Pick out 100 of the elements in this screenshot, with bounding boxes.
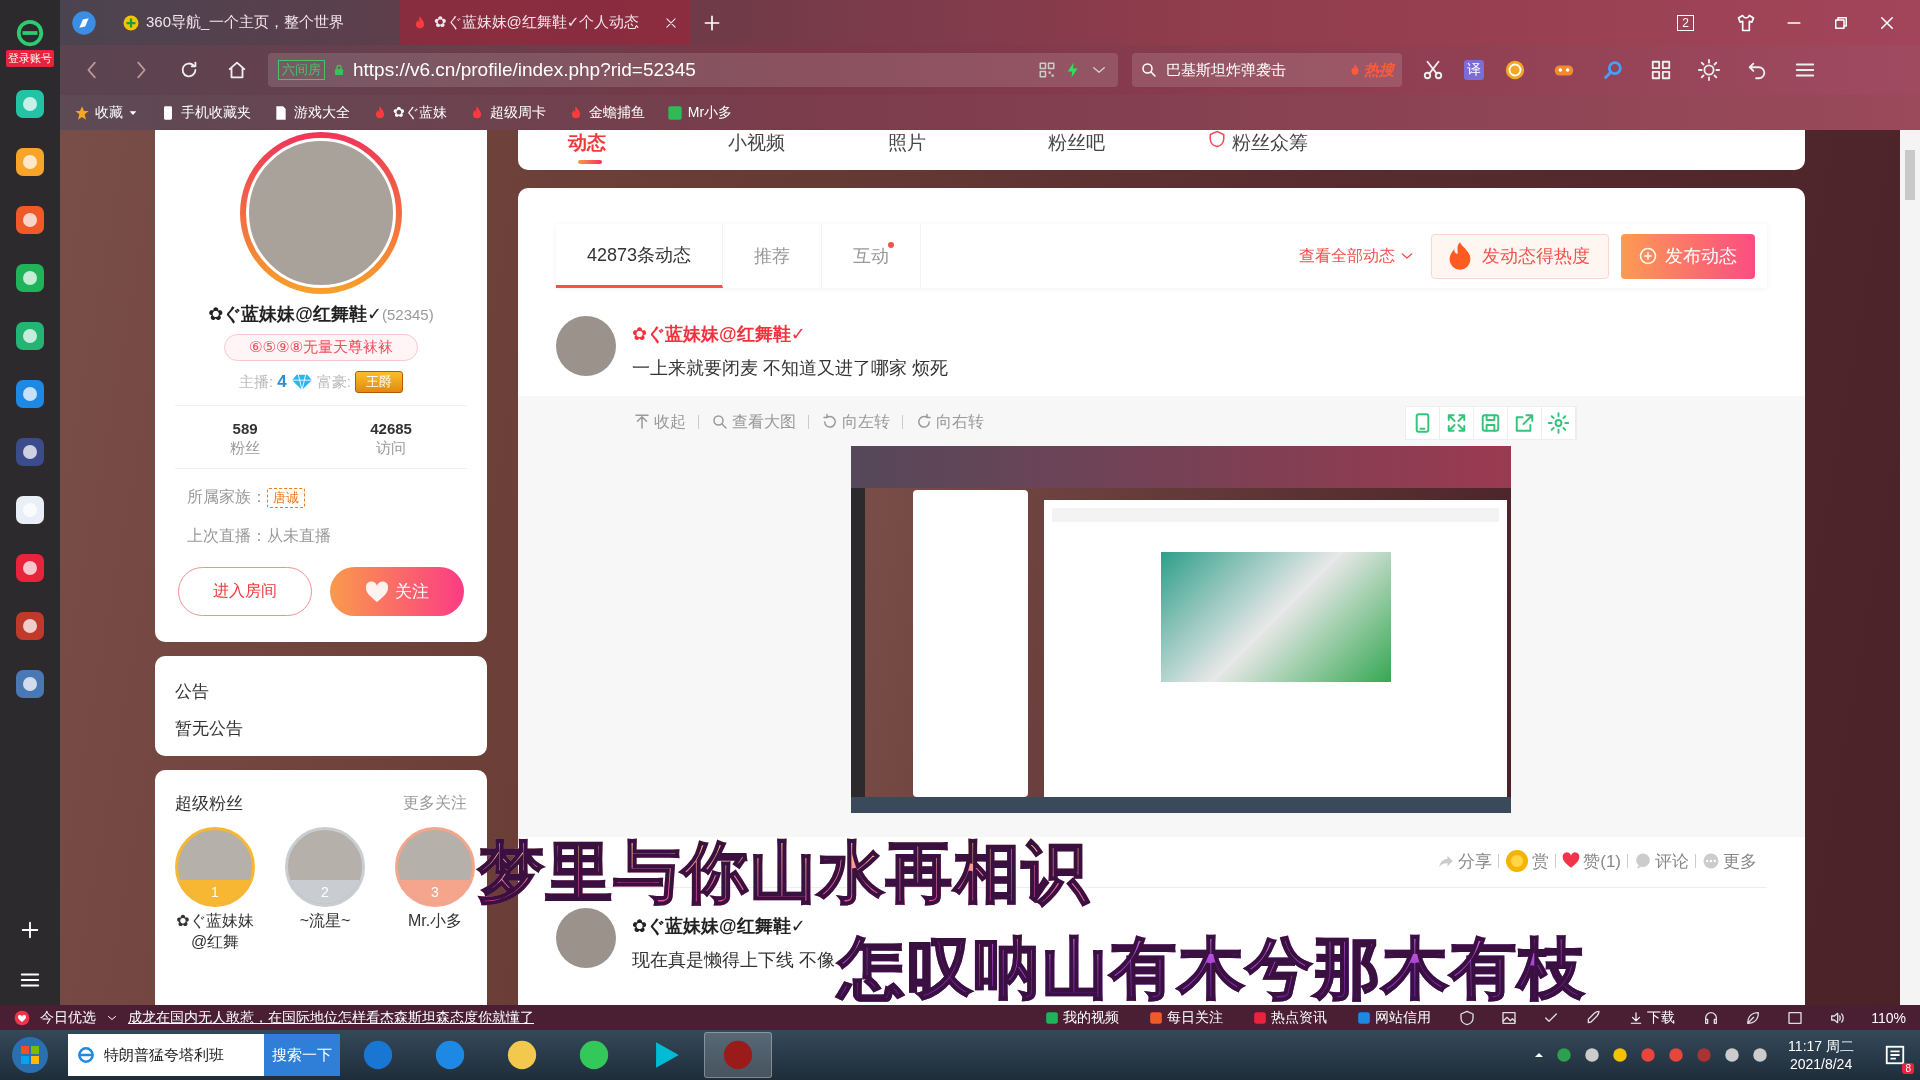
- site-label: 六间房: [278, 60, 325, 80]
- zoom-level[interactable]: 110%: [1871, 1009, 1906, 1026]
- grid-icon[interactable]: [1650, 59, 1672, 81]
- bookmark-link[interactable]: 超级周卡: [468, 103, 546, 122]
- search-field[interactable]: 巴基斯坦炸弹袭击 热搜: [1132, 53, 1402, 87]
- status-link[interactable]: 每日关注: [1149, 1008, 1224, 1027]
- taskbar-search-field[interactable]: 特朗普猛夸塔利班: [68, 1034, 264, 1076]
- brightness-icon[interactable]: [1698, 59, 1720, 81]
- comment-icon: [1634, 852, 1652, 870]
- add-icon[interactable]: [19, 919, 41, 941]
- status-link[interactable]: 网站信用: [1357, 1008, 1432, 1027]
- post-action[interactable]: 评论: [1634, 849, 1689, 873]
- anchor-level: 4: [277, 372, 287, 392]
- notification-dot: [888, 242, 895, 248]
- lock-icon: [333, 63, 345, 77]
- view-all-dropdown[interactable]: 查看全部动态: [1299, 245, 1415, 267]
- family-label: 所属家族：: [187, 487, 267, 507]
- coin-icon[interactable]: [1504, 59, 1526, 81]
- shield-icon[interactable]: [1459, 1009, 1476, 1026]
- app-icon[interactable]: [15, 553, 45, 583]
- post-action[interactable]: 更多: [1702, 849, 1757, 873]
- bookmark-link[interactable]: 游戏大全: [273, 103, 350, 122]
- tray-icon[interactable]: [1751, 1046, 1770, 1064]
- window-icon[interactable]: [1787, 1009, 1804, 1026]
- download-button[interactable]: 下载: [1629, 1008, 1676, 1027]
- search-button[interactable]: 搜索一下: [264, 1034, 340, 1076]
- notification-badge: 8: [1902, 1063, 1914, 1074]
- leaf-icon[interactable]: [1745, 1009, 1762, 1026]
- app-icon[interactable]: [15, 89, 45, 119]
- bookmark-link[interactable]: 手机收藏夹: [160, 103, 251, 122]
- bookmark-link[interactable]: 收藏: [74, 103, 138, 122]
- fan-name[interactable]: ~流星~: [285, 911, 365, 932]
- user-name: ✿ぐ蓝妹妹@红舞鞋✓: [208, 303, 382, 326]
- start-button-icon[interactable]: [10, 1035, 50, 1075]
- tray-icon[interactable]: [1723, 1046, 1742, 1064]
- status-link[interactable]: 热点资讯: [1253, 1008, 1328, 1027]
- search-icon: [711, 413, 729, 431]
- qr-code-icon[interactable]: [1038, 61, 1056, 79]
- coin-icon: [1505, 849, 1530, 873]
- news-label[interactable]: 今日优选: [40, 1008, 96, 1027]
- fan-name[interactable]: Mr.小多: [395, 911, 475, 932]
- tray-icon[interactable]: [1667, 1046, 1686, 1064]
- profile-tab[interactable]: 粉丝众筹: [1208, 130, 1368, 168]
- status-link[interactable]: 我的视频: [1045, 1008, 1120, 1027]
- close-icon[interactable]: [664, 15, 678, 30]
- profile-tab[interactable]: 粉丝吧: [1048, 130, 1208, 168]
- bookmark-link[interactable]: 金蟾捕鱼: [567, 103, 645, 122]
- avatar-image[interactable]: [556, 316, 616, 376]
- clock-date[interactable]: 2021/8/24: [1789, 1055, 1853, 1073]
- login-label[interactable]: 登录账号: [6, 50, 54, 67]
- post-action[interactable]: 赏: [1505, 849, 1550, 873]
- author-name[interactable]: ✿ぐ蓝妹妹@红舞鞋✓: [632, 914, 835, 938]
- window-count[interactable]: 2: [1677, 14, 1694, 31]
- app-icon[interactable]: [15, 263, 45, 293]
- card-title: 超级粉丝: [175, 793, 243, 815]
- app-icon[interactable]: [15, 669, 45, 699]
- feed-tab[interactable]: 42873条动态: [556, 224, 724, 288]
- home-icon[interactable]: [226, 59, 248, 81]
- translate-button[interactable]: 译: [1464, 60, 1484, 80]
- scissors-icon[interactable]: [1422, 59, 1444, 81]
- enter-room-button[interactable]: 进入房间: [178, 567, 312, 616]
- app-icon[interactable]: [15, 147, 45, 177]
- tray-icon[interactable]: [1555, 1046, 1574, 1064]
- tray-icon[interactable]: [1583, 1046, 1602, 1064]
- post-action[interactable]: 分享: [1437, 849, 1493, 873]
- browser-logo-icon[interactable]: [15, 18, 45, 48]
- diamond-icon: [290, 373, 313, 391]
- image-icon[interactable]: [1501, 1009, 1518, 1026]
- post-action[interactable]: 赞(1): [1562, 849, 1621, 873]
- rocket-icon[interactable]: [1585, 1009, 1602, 1026]
- heat-button[interactable]: 发动态得热度: [1431, 233, 1609, 279]
- headset-icon[interactable]: [1703, 1009, 1720, 1026]
- author-name[interactable]: ✿ぐ蓝妹妹@红舞鞋✓: [632, 322, 948, 346]
- fan-name[interactable]: ✿ぐ蓝妹妹@红舞: [175, 911, 255, 953]
- news-headline-link[interactable]: 成龙在国内无人敢惹，在国际地位怎样看杰森斯坦森态度你就懂了: [128, 1008, 534, 1027]
- app-icon[interactable]: [15, 611, 45, 641]
- avatar-image[interactable]: [556, 908, 616, 968]
- notification-icon[interactable]: [1884, 1044, 1906, 1066]
- clock-time[interactable]: 11:17 周二: [1788, 1037, 1854, 1055]
- shield-icon: [1208, 130, 1226, 148]
- address-bar[interactable]: 六间房 https://v6.cn/profile/index.php?rid=52345: [268, 53, 1118, 87]
- app-icon[interactable]: [15, 437, 45, 467]
- profile-tab[interactable]: 动态: [568, 130, 728, 168]
- profile-tab[interactable]: 小视频: [728, 130, 888, 168]
- app-icon[interactable]: [15, 379, 45, 409]
- tray-icon[interactable]: [1611, 1046, 1630, 1064]
- browser-tab[interactable]: 360导航_一个主页，整个世界: [110, 0, 400, 45]
- notice-text: 暂无公告: [175, 718, 244, 740]
- scrollbar[interactable]: [1900, 130, 1920, 1005]
- tray-icon[interactable]: [1639, 1046, 1658, 1064]
- app-icon[interactable]: [15, 321, 45, 351]
- bookmark-link[interactable]: Mr小多: [666, 103, 733, 122]
- profile-tab[interactable]: 照片: [888, 130, 1048, 168]
- bookmark-link[interactable]: ✿ぐ蓝妹: [372, 103, 447, 122]
- url-text: https://v6.cn/profile/index.php?rid=52345: [353, 59, 696, 81]
- compass-icon[interactable]: [70, 8, 98, 37]
- app-icon[interactable]: [15, 205, 45, 235]
- shirt-icon[interactable]: [1736, 12, 1756, 33]
- app-icon[interactable]: [15, 495, 45, 525]
- browser-tab[interactable]: ✿ぐ蓝妹妹@红舞鞋✓个人动态: [400, 0, 690, 45]
